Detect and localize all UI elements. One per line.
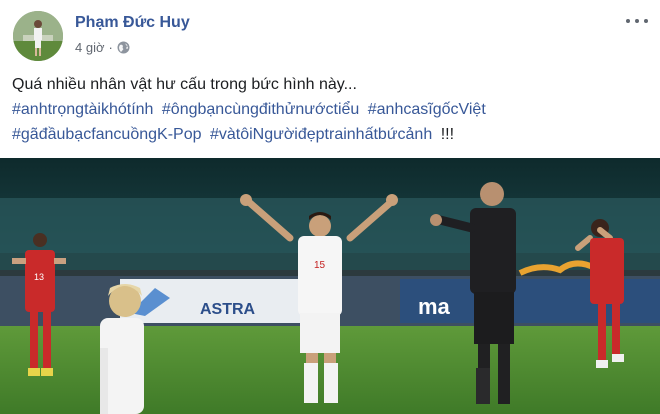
post-text-line: Quá nhiều nhân vật hư cấu trong bức hình…	[12, 76, 357, 93]
hashtag-line: #anhtrọngtàikhótính #ôngbạncùngđithửnước…	[12, 97, 652, 122]
hashtag-line: #gãđầubạcfancuồngK-Pop #vàtôiNgườiđẹptra…	[12, 122, 652, 147]
post-timestamp[interactable]: 4 giờ	[75, 40, 105, 55]
post-text-suffix: !!!	[440, 126, 455, 143]
more-options-icon[interactable]	[626, 12, 648, 30]
post-meta: 4 giờ ·	[75, 40, 130, 55]
opponent-number: 13	[34, 272, 44, 282]
more-dot	[644, 19, 648, 23]
player-number: 15	[314, 260, 326, 271]
more-dot	[635, 19, 639, 23]
avatar[interactable]	[13, 11, 63, 61]
banner-text-astra: ASTRA	[200, 301, 256, 318]
post-text: Quá nhiều nhân vật hư cấu trong bức hình…	[12, 72, 652, 147]
post-header: Phạm Đức Huy 4 giờ ·	[0, 0, 660, 66]
hashtag-link[interactable]: #anhtrọngtàikhótính	[12, 101, 153, 118]
hashtag-link[interactable]: #gãđầubạcfancuồngK-Pop	[12, 126, 202, 143]
more-dot	[626, 19, 630, 23]
banner-text-partial: ma	[418, 294, 451, 319]
hashtag-link[interactable]: #anhcasĩgốcViệt	[368, 101, 486, 118]
hashtag-link[interactable]: #ôngbạncùngđithửnướctiểu	[162, 101, 359, 118]
globe-icon[interactable]	[117, 41, 130, 54]
hashtag-link[interactable]: #vàtôiNgườiđẹptrainhấtbứcảnh	[210, 126, 432, 143]
author-name[interactable]: Phạm Đức Huy	[75, 14, 190, 32]
stadium-scene: ASTRA ma 13 15	[0, 158, 660, 414]
post-photo[interactable]: ASTRA ma 13 15	[0, 158, 660, 414]
meta-separator: ·	[108, 40, 113, 55]
